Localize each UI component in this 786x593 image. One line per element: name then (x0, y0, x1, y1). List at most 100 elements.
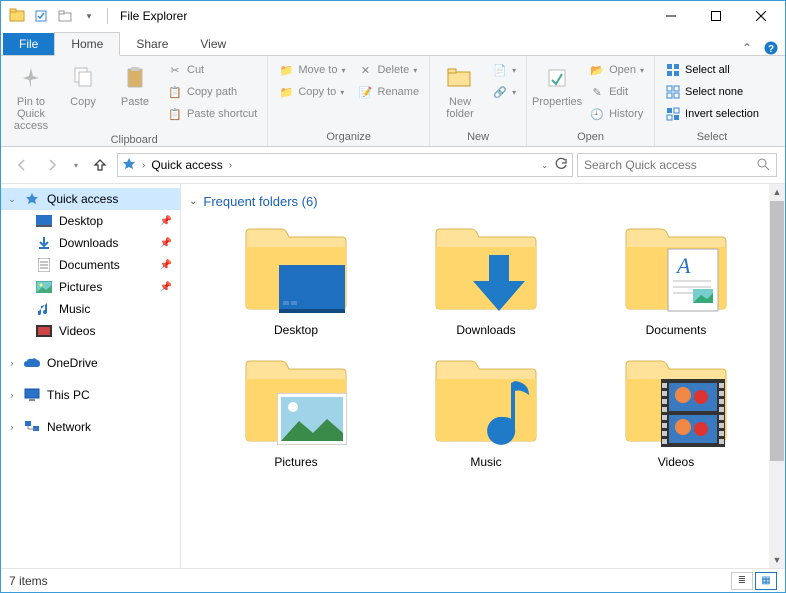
folder-item-downloads[interactable]: Downloads (421, 225, 551, 337)
sidebar-item-quick-access[interactable]: ⌄ Quick access (1, 188, 180, 210)
up-button[interactable] (87, 152, 113, 178)
copy-to-icon: 📁 (278, 84, 294, 100)
quick-access-icon (23, 191, 41, 207)
properties-button[interactable]: Properties (533, 58, 581, 108)
tab-view[interactable]: View (184, 33, 242, 55)
tab-file[interactable]: File (3, 33, 54, 55)
forward-button[interactable] (39, 152, 65, 178)
expand-icon[interactable]: › (7, 422, 17, 432)
qat-newfolder-icon[interactable] (55, 6, 75, 26)
pin-icon: 📌 (160, 216, 172, 227)
paste-shortcut-icon: 📋 (167, 106, 183, 122)
sidebar-item-network[interactable]: › Network (1, 416, 180, 438)
chevron-right-icon[interactable]: › (229, 160, 232, 171)
search-placeholder: Search Quick access (584, 158, 750, 172)
vertical-scrollbar[interactable]: ▲ ▼ (769, 184, 785, 568)
folder-item-pictures[interactable]: Pictures (231, 357, 361, 469)
ribbon: Pin to Quick access Copy Paste ✂Cut 📋Cop… (1, 55, 785, 147)
sidebar-item-pictures[interactable]: Pictures 📌 (1, 276, 180, 298)
copy-to-button[interactable]: 📁Copy to▾ (274, 82, 349, 102)
section-header-frequent[interactable]: ⌄ Frequent folders (6) (181, 184, 785, 215)
ribbon-group-organize: 📁Move to▾ 📁Copy to▾ ✕Delete▾ 📝Rename Org… (268, 56, 430, 146)
sidebar-item-onedrive[interactable]: › OneDrive (1, 352, 180, 374)
pin-to-quick-access-button[interactable]: Pin to Quick access (7, 58, 55, 132)
sidebar-item-documents[interactable]: Documents 📌 (1, 254, 180, 276)
tab-share[interactable]: Share (120, 33, 184, 55)
folder-item-videos[interactable]: Videos (611, 357, 741, 469)
ribbon-group-open: Properties 📂Open▾ ✎Edit 🕘History Open (527, 56, 655, 146)
scroll-down-button[interactable]: ▼ (769, 552, 785, 568)
details-view-button[interactable]: ≣ (731, 572, 753, 590)
minimize-button[interactable] (648, 2, 693, 30)
folder-item-music[interactable]: Music (421, 357, 551, 469)
sidebar-item-music[interactable]: Music (1, 298, 180, 320)
select-all-button[interactable]: Select all (661, 60, 763, 80)
rename-button[interactable]: 📝Rename (353, 82, 423, 102)
history-button[interactable]: 🕘History (585, 104, 648, 124)
paste-shortcut-button[interactable]: 📋Paste shortcut (163, 104, 261, 124)
sidebar-item-downloads[interactable]: Downloads 📌 (1, 232, 180, 254)
new-folder-icon (444, 62, 476, 94)
desktop-icon (35, 213, 53, 229)
pin-icon: 📌 (160, 282, 172, 293)
svg-text:?: ? (768, 44, 774, 55)
pin-icon (15, 62, 47, 94)
ribbon-collapse-button[interactable]: ⌃ (735, 41, 759, 55)
refresh-button[interactable] (554, 157, 568, 174)
qat-properties-icon[interactable] (31, 6, 51, 26)
help-button[interactable]: ? (759, 41, 783, 55)
scroll-thumb[interactable] (770, 201, 784, 461)
paste-button[interactable]: Paste (111, 58, 159, 108)
pin-icon: 📌 (160, 260, 172, 271)
delete-button[interactable]: ✕Delete▾ (353, 60, 423, 80)
pictures-icon (35, 279, 53, 295)
new-item-button[interactable]: 📄▾ (488, 60, 520, 80)
select-none-button[interactable]: Select none (661, 82, 763, 102)
copy-path-icon: 📋 (167, 84, 183, 100)
scroll-up-button[interactable]: ▲ (769, 184, 785, 200)
search-box[interactable]: Search Quick access (577, 153, 777, 177)
move-to-icon: 📁 (278, 62, 294, 78)
chevron-down-icon: ⌄ (189, 196, 197, 207)
move-to-button[interactable]: 📁Move to▾ (274, 60, 349, 80)
sidebar-item-videos[interactable]: Videos (1, 320, 180, 342)
close-button[interactable] (738, 2, 783, 30)
invert-selection-button[interactable]: Invert selection (661, 104, 763, 124)
svg-text:A: A (675, 253, 691, 278)
edit-button[interactable]: ✎Edit (585, 82, 648, 102)
app-icon (7, 6, 27, 26)
large-icons-view-button[interactable]: ▦ (755, 572, 777, 590)
back-button[interactable] (9, 152, 35, 178)
address-bar[interactable]: › Quick access › ⌄ (117, 153, 573, 177)
sidebar-item-desktop[interactable]: Desktop 📌 (1, 210, 180, 232)
folder-item-desktop[interactable]: Desktop (231, 225, 361, 337)
navigation-pane: ⌄ Quick access Desktop 📌 Downloads 📌 Doc… (1, 184, 181, 568)
status-item-count: 7 items (9, 574, 48, 588)
address-dropdown-button[interactable]: ⌄ (541, 161, 548, 170)
invert-selection-icon (665, 106, 681, 122)
sidebar-item-this-pc[interactable]: › This PC (1, 384, 180, 406)
qat-customize-icon[interactable]: ▾ (79, 6, 99, 26)
easy-access-button[interactable]: 🔗▾ (488, 82, 520, 102)
copy-button[interactable]: Copy (59, 58, 107, 108)
folder-item-documents[interactable]: A Documents (611, 225, 741, 337)
expand-icon[interactable]: › (7, 390, 17, 400)
copy-path-button[interactable]: 📋Copy path (163, 82, 261, 102)
tab-home[interactable]: Home (54, 32, 120, 56)
cut-button[interactable]: ✂Cut (163, 60, 261, 80)
open-icon: 📂 (589, 62, 605, 78)
status-bar: 7 items ≣ ▦ (1, 568, 785, 592)
ribbon-group-clipboard: Pin to Quick access Copy Paste ✂Cut 📋Cop… (1, 56, 268, 146)
expand-icon[interactable]: ⌄ (7, 194, 17, 205)
music-icon (35, 301, 53, 317)
chevron-right-icon[interactable]: › (142, 160, 145, 171)
new-folder-button[interactable]: New folder (436, 58, 484, 120)
quick-access-icon (122, 157, 136, 174)
recent-locations-button[interactable]: ▾ (69, 152, 83, 178)
ribbon-group-select: Select all Select none Invert selection … (655, 56, 769, 146)
breadcrumb-root[interactable]: Quick access (151, 158, 222, 172)
maximize-button[interactable] (693, 2, 738, 30)
expand-icon[interactable]: › (7, 358, 17, 368)
history-icon: 🕘 (589, 106, 605, 122)
open-button[interactable]: 📂Open▾ (585, 60, 648, 80)
